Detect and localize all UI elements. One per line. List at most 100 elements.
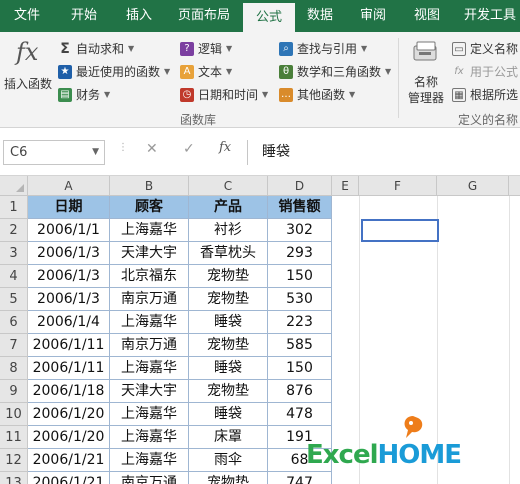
cell-date[interactable]: 2006/1/3: [28, 242, 110, 265]
selected-cell-cursor[interactable]: [361, 219, 439, 242]
row-header[interactable]: 9: [0, 380, 28, 403]
financial-button[interactable]: ▤ 财务 ▼: [58, 86, 110, 103]
cell-product[interactable]: 睡袋: [189, 311, 268, 334]
tab-review[interactable]: 审阅: [349, 0, 397, 32]
cell-product[interactable]: 宠物垫: [189, 265, 268, 288]
cell-customer[interactable]: 南京万通: [110, 472, 189, 484]
select-all-button[interactable]: [0, 176, 28, 196]
cell-customer[interactable]: 天津大宇: [110, 380, 189, 403]
cell-sales[interactable]: 150: [268, 265, 332, 288]
cell-date[interactable]: 2006/1/3: [28, 265, 110, 288]
cell-date[interactable]: 2006/1/20: [28, 403, 110, 426]
recently-used-button[interactable]: ★ 最近使用的函数 ▼: [58, 63, 170, 80]
cell-customer[interactable]: 上海嘉华: [110, 449, 189, 472]
cell-date[interactable]: 2006/1/1: [28, 219, 110, 242]
column-header-b[interactable]: B: [110, 176, 189, 196]
cell-sales[interactable]: 293: [268, 242, 332, 265]
column-header-c[interactable]: C: [189, 176, 268, 196]
cell-sales[interactable]: 150: [268, 357, 332, 380]
chevron-down-icon[interactable]: ▼: [92, 141, 99, 164]
cell-product[interactable]: 睡袋: [189, 357, 268, 380]
cell-product[interactable]: 睡袋: [189, 403, 268, 426]
cell-date[interactable]: 2006/1/21: [28, 449, 110, 472]
cell-customer[interactable]: 上海嘉华: [110, 426, 189, 449]
cell-product[interactable]: 衬衫: [189, 219, 268, 242]
text-button[interactable]: A 文本 ▼: [180, 63, 232, 80]
row-header[interactable]: 2: [0, 219, 28, 242]
tab-view[interactable]: 视图: [403, 0, 451, 32]
tab-insert[interactable]: 插入: [112, 0, 166, 32]
header-cell-date[interactable]: 日期: [28, 196, 110, 219]
column-header-g[interactable]: G: [437, 176, 509, 196]
formula-input[interactable]: 睡袋: [247, 140, 520, 165]
tab-developer[interactable]: 开发工具: [458, 0, 520, 32]
cell-customer[interactable]: 上海嘉华: [110, 357, 189, 380]
cell-date[interactable]: 2006/1/21: [28, 472, 110, 484]
use-in-formula-button[interactable]: fx 用于公式: [452, 63, 518, 80]
tab-page-layout[interactable]: 页面布局: [167, 0, 241, 32]
cell-product[interactable]: 雨伞: [189, 449, 268, 472]
row-header[interactable]: 12: [0, 449, 28, 472]
insert-function-icon[interactable]: fx: [219, 140, 231, 155]
column-header-f[interactable]: F: [359, 176, 437, 196]
cell-customer[interactable]: 上海嘉华: [110, 311, 189, 334]
cell-customer[interactable]: 上海嘉华: [110, 219, 189, 242]
cell-product[interactable]: 床罩: [189, 426, 268, 449]
cell-product[interactable]: 宠物垫: [189, 288, 268, 311]
row-header[interactable]: 1: [0, 196, 28, 219]
cell-customer[interactable]: 天津大宇: [110, 242, 189, 265]
row-header[interactable]: 13: [0, 472, 28, 484]
cell-product[interactable]: 宠物垫: [189, 380, 268, 403]
create-from-selection-button[interactable]: ▦ 根据所选: [452, 86, 518, 103]
math-trig-button[interactable]: θ 数学和三角函数 ▼: [279, 63, 391, 80]
cell-date[interactable]: 2006/1/18: [28, 380, 110, 403]
cell-customer[interactable]: 北京福东: [110, 265, 189, 288]
lookup-reference-button[interactable]: ⌕ 查找与引用 ▼: [279, 40, 367, 57]
tab-home[interactable]: 开始: [57, 0, 111, 32]
row-header[interactable]: 7: [0, 334, 28, 357]
name-manager-button[interactable]: 名称 管理器: [403, 36, 449, 106]
column-header-a[interactable]: A: [28, 176, 110, 196]
row-header[interactable]: 11: [0, 426, 28, 449]
tab-data[interactable]: 数据: [296, 0, 344, 32]
column-header-e[interactable]: E: [332, 176, 359, 196]
autosum-button[interactable]: Σ 自动求和 ▼: [58, 40, 134, 57]
cell-date[interactable]: 2006/1/11: [28, 357, 110, 380]
date-time-button[interactable]: ◷ 日期和时间 ▼: [180, 86, 268, 103]
cell-sales[interactable]: 876: [268, 380, 332, 403]
header-cell-customer[interactable]: 顾客: [110, 196, 189, 219]
cell-sales[interactable]: 302: [268, 219, 332, 242]
row-header[interactable]: 6: [0, 311, 28, 334]
cell-sales[interactable]: 585: [268, 334, 332, 357]
more-functions-button[interactable]: … 其他函数 ▼: [279, 86, 355, 103]
header-cell-product[interactable]: 产品: [189, 196, 268, 219]
cell-date[interactable]: 2006/1/20: [28, 426, 110, 449]
row-header[interactable]: 10: [0, 403, 28, 426]
cell-date[interactable]: 2006/1/4: [28, 311, 110, 334]
row-header[interactable]: 3: [0, 242, 28, 265]
cell-customer[interactable]: 南京万通: [110, 334, 189, 357]
drag-handle-icon[interactable]: ⋮: [118, 142, 128, 153]
define-name-button[interactable]: ▭ 定义名称: [452, 40, 518, 57]
cell-sales[interactable]: 223: [268, 311, 332, 334]
cell-customer[interactable]: 南京万通: [110, 288, 189, 311]
cell-product[interactable]: 宠物垫: [189, 472, 268, 484]
name-box[interactable]: C6 ▼: [3, 140, 105, 165]
enter-icon[interactable]: ✓: [183, 141, 195, 157]
column-header-d[interactable]: D: [268, 176, 332, 196]
cell-product[interactable]: 香草枕头: [189, 242, 268, 265]
row-header[interactable]: 8: [0, 357, 28, 380]
insert-function-button[interactable]: fx 插入函数: [2, 36, 54, 96]
row-header[interactable]: 4: [0, 265, 28, 288]
row-header[interactable]: 5: [0, 288, 28, 311]
cancel-icon[interactable]: ✕: [146, 141, 158, 157]
cell-date[interactable]: 2006/1/3: [28, 288, 110, 311]
tab-formulas[interactable]: 公式: [243, 3, 295, 32]
cell-sales[interactable]: 478: [268, 403, 332, 426]
logical-button[interactable]: ? 逻辑 ▼: [180, 40, 232, 57]
header-cell-sales[interactable]: 销售额: [268, 196, 332, 219]
tab-file[interactable]: 文件: [0, 0, 54, 32]
cell-sales[interactable]: 530: [268, 288, 332, 311]
cell-date[interactable]: 2006/1/11: [28, 334, 110, 357]
cell-customer[interactable]: 上海嘉华: [110, 403, 189, 426]
